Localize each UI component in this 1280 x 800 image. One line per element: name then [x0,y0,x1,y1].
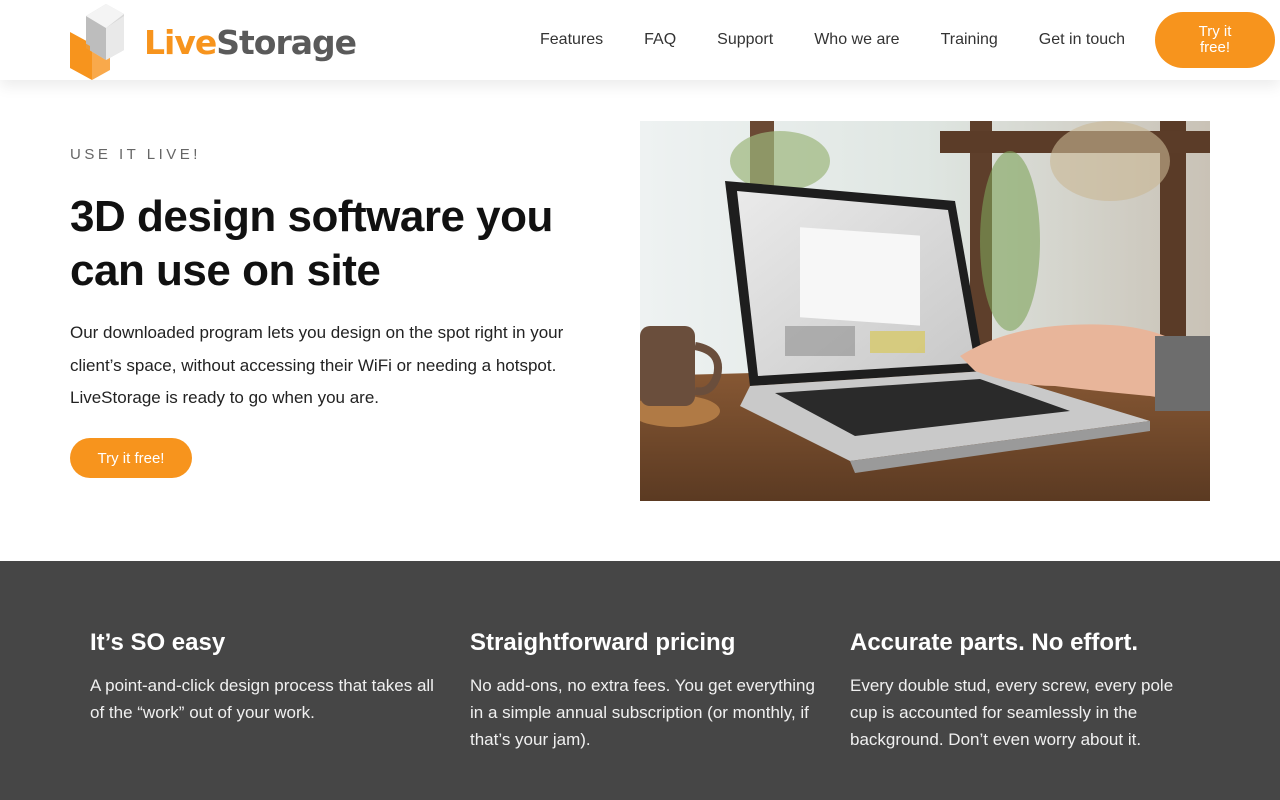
cube-logo-icon [70,4,124,80]
feature-card-pricing: Straightforward pricing No add-ons, no e… [470,628,820,753]
try-it-free-hero-button[interactable]: Try it free! [70,438,192,478]
hero-description: Our downloaded program lets you design o… [70,323,564,407]
logo-word-live: Live [144,22,217,62]
feature-description: No add-ons, no extra fees. You get every… [470,676,815,749]
logo-wordmark: LiveStorage [144,22,357,62]
main-nav: Features FAQ Support Who we are Training… [540,0,1125,80]
nav-item-get-in-touch[interactable]: Get in touch [1039,31,1125,49]
try-it-free-nav-button[interactable]: Try it free! [1155,12,1275,68]
feature-card-accurate-parts: Accurate parts. No effort. Every double … [850,628,1200,753]
feature-title: Straightforward pricing [470,629,736,656]
nav-item-features[interactable]: Features [540,31,603,49]
logo-word-storage: Storage [216,22,357,62]
feature-title: It’s SO easy [90,629,226,656]
hero-eyebrow: USE IT LIVE! [70,146,201,163]
nav-item-faq[interactable]: FAQ [644,31,676,49]
feature-description: Every double stud, every screw, every po… [850,676,1174,749]
nav-item-who-we-are[interactable]: Who we are [814,31,899,49]
hero-photo-illustration [640,121,1210,501]
hero-title: 3D design software you can use on site [70,192,553,295]
nav-item-training[interactable]: Training [941,31,998,49]
feature-description: A point-and-click design process that ta… [90,676,434,722]
feature-card-easy: It’s SO easy A point-and-click design pr… [90,628,440,726]
nav-item-support[interactable]: Support [717,31,773,49]
feature-title: Accurate parts. No effort. [850,629,1139,656]
features-section: It’s SO easy A point-and-click design pr… [0,561,1280,800]
laptop-on-wooden-table-photo [640,121,1210,501]
site-header: LiveStorage Features FAQ Support Who we … [0,0,1280,80]
logo-link[interactable]: LiveStorage [70,2,360,80]
